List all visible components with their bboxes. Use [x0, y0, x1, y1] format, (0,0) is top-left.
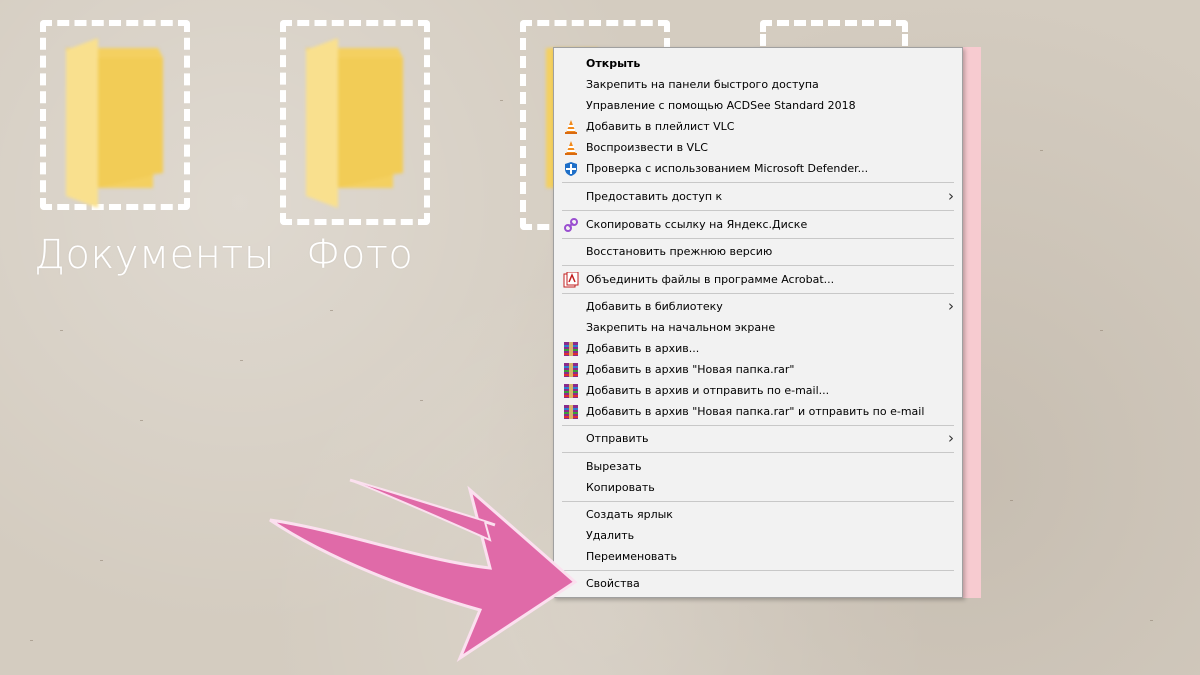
- menu-item-add-archive[interactable]: Добавить в архив...: [554, 338, 962, 359]
- menu-item-acdsee[interactable]: Управление с помощью ACDSee Standard 201…: [554, 95, 962, 116]
- menu-item-create-shortcut[interactable]: Создать ярлык: [554, 504, 962, 525]
- menu-item-defender[interactable]: Проверка с использованием Microsoft Defe…: [554, 158, 962, 179]
- chevron-right-icon: ›: [948, 429, 954, 447]
- menu-item-cut[interactable]: Вырезать: [554, 456, 962, 477]
- menu-separator: [562, 570, 954, 571]
- menu-item-open[interactable]: Открыть: [554, 53, 962, 74]
- folder-label: Документы: [34, 232, 275, 278]
- menu-item-properties[interactable]: Свойства: [554, 573, 962, 594]
- menu-item-vlc-play[interactable]: Воспроизвести в VLC: [554, 137, 962, 158]
- menu-accent-strip: [963, 47, 981, 598]
- menu-item-send-to[interactable]: Отправить ›: [554, 428, 962, 449]
- pointer-arrow-icon: [269, 478, 578, 662]
- vlc-icon: [565, 141, 577, 155]
- chevron-right-icon: ›: [948, 187, 954, 205]
- menu-separator: [562, 425, 954, 426]
- winrar-icon: [564, 405, 578, 419]
- context-menu: Открыть Закрепить на панели быстрого дос…: [553, 47, 963, 598]
- folder-icon: [306, 38, 403, 208]
- folder-photo[interactable]: Фото: [280, 20, 480, 280]
- menu-separator: [562, 501, 954, 502]
- menu-item-add-archive-rar[interactable]: Добавить в архив "Новая папка.rar": [554, 359, 962, 380]
- acrobat-icon: [563, 272, 579, 288]
- menu-item-acrobat[interactable]: Объединить файлы в программе Acrobat...: [554, 269, 962, 290]
- menu-item-restore-version[interactable]: Восстановить прежнюю версию: [554, 241, 962, 262]
- menu-item-pin-quick-access[interactable]: Закрепить на панели быстрого доступа: [554, 74, 962, 95]
- folder-icon: [66, 38, 163, 208]
- menu-item-delete[interactable]: Удалить: [554, 525, 962, 546]
- menu-separator: [562, 265, 954, 266]
- winrar-icon: [564, 342, 578, 356]
- menu-item-add-library[interactable]: Добавить в библиотеку ›: [554, 296, 962, 317]
- menu-item-pin-start[interactable]: Закрепить на начальном экране: [554, 317, 962, 338]
- vlc-icon: [565, 120, 577, 134]
- chevron-right-icon: ›: [948, 297, 954, 315]
- menu-separator: [562, 238, 954, 239]
- link-icon: [564, 218, 578, 232]
- menu-item-archive-email[interactable]: Добавить в архив и отправить по e-mail..…: [554, 380, 962, 401]
- menu-separator: [562, 182, 954, 183]
- menu-item-yandex-link[interactable]: Скопировать ссылку на Яндекс.Диске: [554, 214, 962, 235]
- menu-item-rename[interactable]: Переименовать: [554, 546, 962, 567]
- defender-icon: [565, 162, 577, 176]
- winrar-icon: [564, 363, 578, 377]
- folder-documents[interactable]: Документы: [34, 20, 274, 280]
- menu-item-vlc-playlist[interactable]: Добавить в плейлист VLC: [554, 116, 962, 137]
- menu-item-archive-rar-email[interactable]: Добавить в архив "Новая папка.rar" и отп…: [554, 401, 962, 422]
- folder-label: Фото: [306, 232, 414, 278]
- menu-item-share[interactable]: Предоставить доступ к ›: [554, 186, 962, 207]
- winrar-icon: [564, 384, 578, 398]
- menu-separator: [562, 452, 954, 453]
- menu-separator: [562, 210, 954, 211]
- menu-separator: [562, 293, 954, 294]
- menu-item-copy[interactable]: Копировать: [554, 477, 962, 498]
